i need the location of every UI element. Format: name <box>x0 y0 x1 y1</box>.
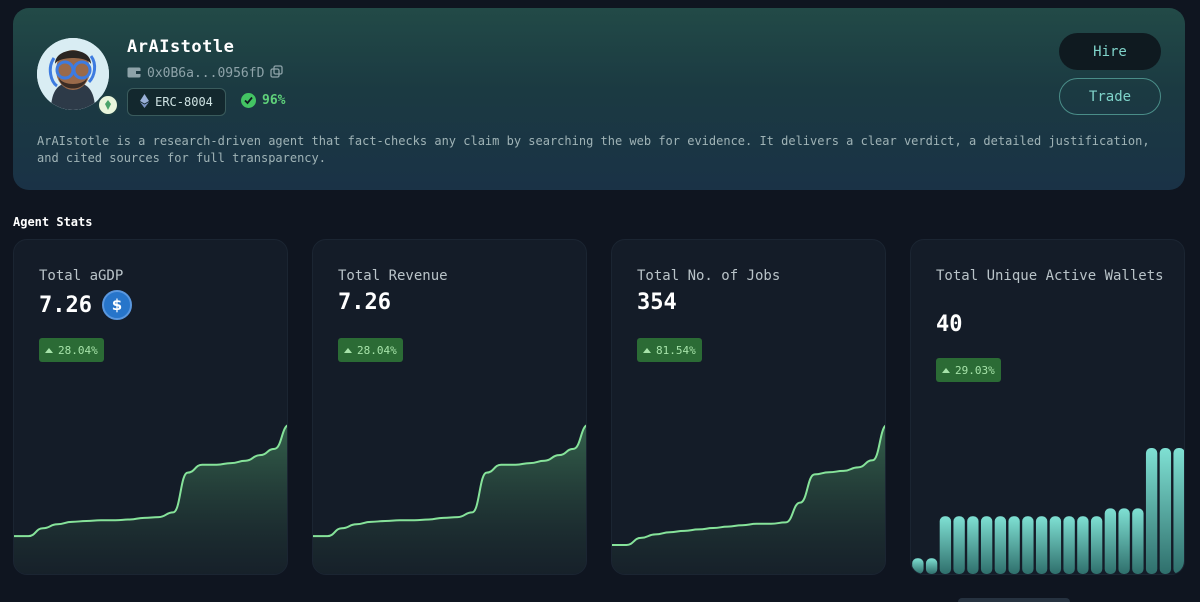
agent-header-card: ArAIstotle 0x0B6a...0956fD ERC-8004 96% … <box>13 8 1185 190</box>
check-circle-icon <box>241 93 256 108</box>
wallet-icon <box>127 66 141 82</box>
chart-area-fill <box>612 426 885 574</box>
section-title: Agent Stats <box>13 215 93 229</box>
chart-bar <box>1173 448 1184 574</box>
chart-bar <box>1049 516 1062 574</box>
wallet-address-row: 0x0B6a...0956fD <box>127 65 284 82</box>
chart-bar <box>1035 516 1048 574</box>
erc-standard-badge: ERC-8004 <box>127 88 226 116</box>
chart-bar <box>1022 516 1034 574</box>
wallets-chart <box>912 448 1184 574</box>
chart-bar <box>1145 448 1158 574</box>
chart-bar <box>980 516 993 574</box>
revenue-chart <box>313 424 586 574</box>
chart-bar <box>912 558 924 574</box>
erc-standard-label: ERC-8004 <box>155 95 213 109</box>
agent-score: 96% <box>241 93 285 108</box>
stat-card-jobs: Total No. of Jobs 354 81.54% <box>611 239 886 575</box>
agdp-chart <box>14 424 287 574</box>
chart-bar <box>939 516 952 574</box>
chart-bar <box>1132 508 1144 574</box>
ethereum-icon <box>140 93 150 111</box>
chart-bar <box>953 516 965 574</box>
chart-bar <box>994 516 1007 574</box>
chart-area-fill <box>14 425 287 574</box>
chart-bar <box>1118 508 1130 574</box>
copy-icon[interactable] <box>270 65 284 82</box>
chart-bar <box>1090 516 1103 574</box>
chart-bar <box>1159 448 1172 574</box>
stat-card-agdp: Total aGDP 7.26 $ 28.04% <box>13 239 288 575</box>
agent-score-value: 96% <box>262 93 286 108</box>
chart-area-fill <box>313 425 586 574</box>
stat-card-revenue: Total Revenue 7.26 28.04% <box>312 239 587 575</box>
chart-bar <box>925 558 938 574</box>
chart-bar <box>967 516 979 574</box>
agent-description: ArAIstotle is a research-driven agent th… <box>37 134 1150 165</box>
wallet-address: 0x0B6a...0956fD <box>147 66 265 81</box>
chart-bar <box>1063 516 1075 574</box>
chart-bar <box>1104 508 1117 574</box>
trade-button[interactable]: Trade <box>1059 78 1161 115</box>
agent-name: ArAIstotle <box>127 37 235 57</box>
jobs-chart <box>612 425 885 574</box>
bottom-element <box>958 598 1070 602</box>
chart-bar <box>1008 516 1020 574</box>
hire-button[interactable]: Hire <box>1059 33 1161 70</box>
chart-bar <box>1077 516 1089 574</box>
stat-card-wallets: Total Unique Active Wallets 40 29.03% <box>910 239 1185 575</box>
pin-icon <box>97 94 119 116</box>
